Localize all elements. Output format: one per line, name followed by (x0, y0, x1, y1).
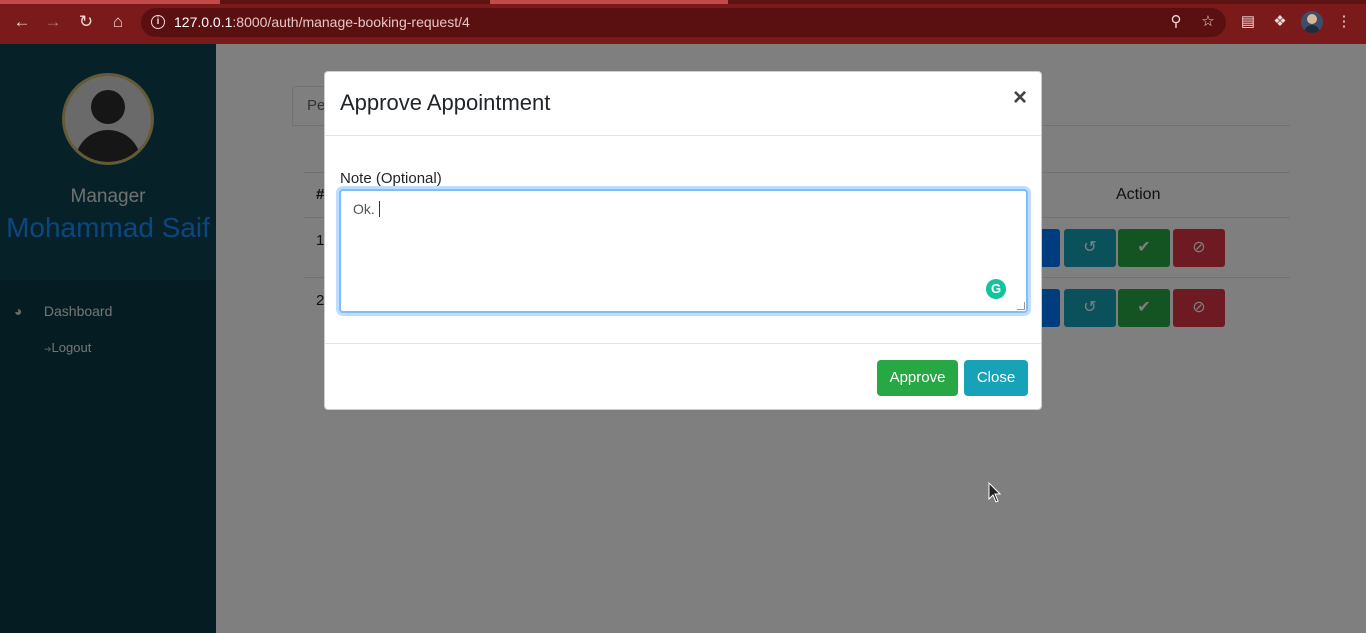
tab[interactable] (490, 0, 728, 4)
note-textarea[interactable]: Ok. G (339, 189, 1028, 313)
info-icon[interactable]: i (151, 15, 165, 29)
modal-header: Approve Appointment × (325, 72, 1041, 136)
note-label: Note (Optional) (340, 170, 442, 187)
url-path: :8000/auth/manage-booking-request/4 (232, 14, 470, 30)
home-icon[interactable]: ⌂ (108, 12, 128, 32)
star-icon[interactable]: ☆ (1199, 13, 1217, 31)
grammarly-icon[interactable]: G (986, 279, 1006, 299)
menu-icon[interactable]: ⋮ (1334, 12, 1354, 32)
reading-list-icon[interactable]: ▤ (1238, 12, 1258, 32)
url-host: 127.0.0.1 (174, 14, 233, 30)
resize-handle[interactable] (1017, 302, 1025, 310)
browser-toolbar: ← → ↻ ⌂ i 127.0.0.1:8000/auth/manage-boo… (0, 0, 1366, 44)
reload-icon[interactable]: ↻ (76, 12, 96, 32)
extensions-icon[interactable]: ❖ (1270, 12, 1290, 32)
tab[interactable] (0, 0, 220, 4)
close-button[interactable]: Close (964, 360, 1028, 396)
forward-icon[interactable]: → (43, 12, 63, 32)
approve-appointment-modal: Approve Appointment × Note (Optional) Ok… (324, 71, 1042, 410)
modal-body: Note (Optional) Ok. G (325, 136, 1041, 344)
tab-strip (0, 0, 1366, 4)
close-icon[interactable]: × (1013, 86, 1027, 110)
modal-title: Approve Appointment (340, 90, 551, 115)
back-icon[interactable]: ← (12, 12, 32, 32)
zoom-icon[interactable]: ⚲ (1167, 13, 1185, 31)
url-text[interactable]: 127.0.0.1:8000/auth/manage-booking-reque… (174, 14, 470, 30)
address-bar[interactable]: i 127.0.0.1:8000/auth/manage-booking-req… (141, 8, 1226, 37)
text-caret (378, 201, 380, 217)
note-value: Ok. (353, 201, 380, 217)
approve-button[interactable]: Approve (877, 360, 958, 396)
profile-avatar[interactable] (1301, 11, 1323, 33)
note-text: Ok. (353, 201, 375, 217)
modal-footer: Approve Close (325, 343, 1041, 410)
